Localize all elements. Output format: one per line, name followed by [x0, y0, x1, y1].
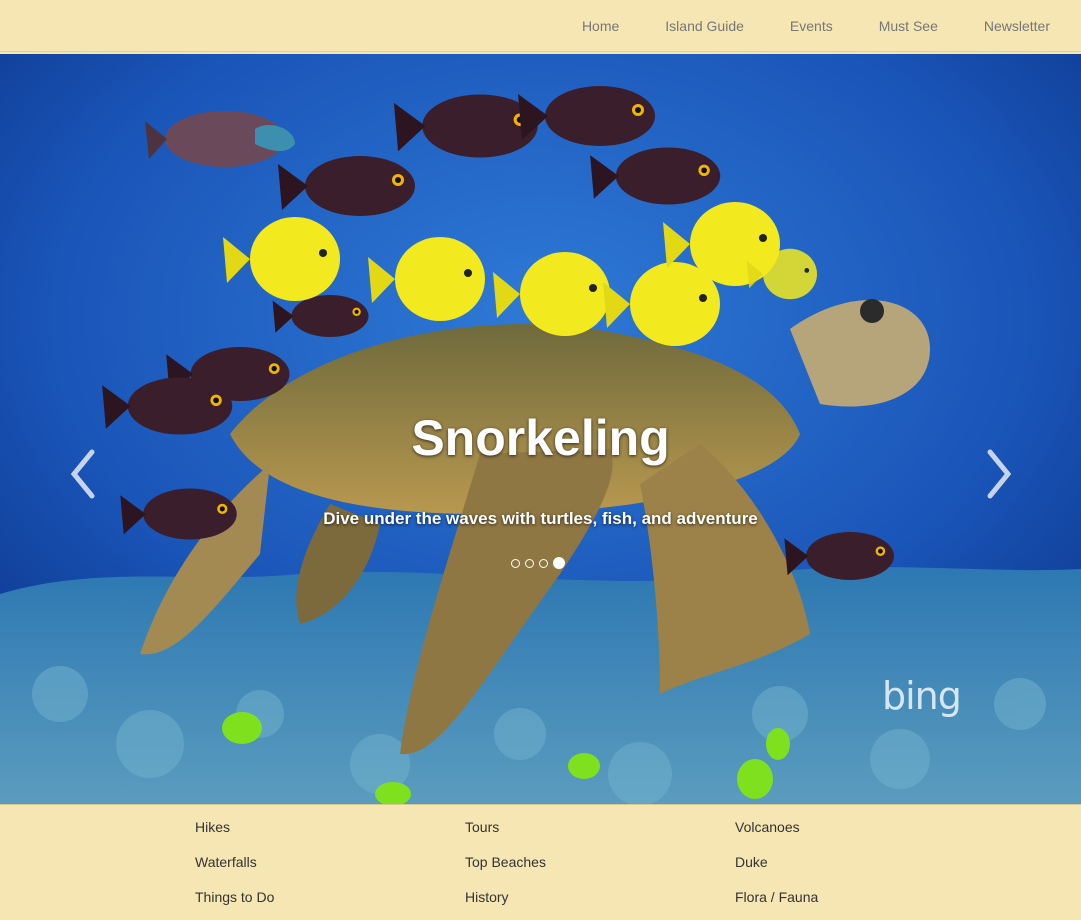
- footer-link-things-to-do[interactable]: Things to Do: [195, 880, 274, 915]
- footer-links: Hikes Waterfalls Things to Do Tours Top …: [0, 804, 1081, 920]
- carousel-indicators: [511, 557, 565, 569]
- chevron-left-icon: [70, 449, 95, 499]
- footer-link-duke[interactable]: Duke: [735, 845, 818, 880]
- footer-link-top-beaches[interactable]: Top Beaches: [465, 845, 546, 880]
- footer-link-waterfalls[interactable]: Waterfalls: [195, 845, 274, 880]
- top-navbar: Home Island Guide Events Must See Newsle…: [0, 0, 1081, 52]
- chevron-right-icon: [987, 449, 1012, 499]
- footer-link-flora-fauna[interactable]: Flora / Fauna: [735, 880, 818, 915]
- carousel-indicator-4[interactable]: [553, 557, 565, 569]
- nav-home-link[interactable]: Home: [567, 0, 650, 52]
- footer-link-tours[interactable]: Tours: [465, 810, 546, 845]
- footer-link-hikes[interactable]: Hikes: [195, 810, 274, 845]
- nav-events-link[interactable]: Events: [775, 0, 864, 52]
- nav-island-guide-link[interactable]: Island Guide: [650, 0, 775, 52]
- footer-column-2: Tours Top Beaches History: [465, 805, 546, 915]
- hero-carousel: bing Snorkeling Dive under the waves wit…: [0, 54, 1081, 804]
- carousel-prev-button[interactable]: [62, 444, 102, 504]
- footer-link-history[interactable]: History: [465, 880, 546, 915]
- footer-column-3: Volcanoes Duke Flora / Fauna: [735, 805, 818, 915]
- carousel-indicator-2[interactable]: [525, 558, 534, 568]
- carousel-indicator-1[interactable]: [511, 558, 520, 568]
- carousel-indicator-3[interactable]: [539, 558, 548, 568]
- carousel-next-button[interactable]: [980, 444, 1020, 504]
- nav-menu: Home Island Guide Events Must See Newsle…: [567, 0, 1081, 52]
- footer-column-1: Hikes Waterfalls Things to Do: [195, 805, 274, 915]
- nav-newsletter-link[interactable]: Newsletter: [969, 0, 1081, 52]
- footer-link-volcanoes[interactable]: Volcanoes: [735, 810, 818, 845]
- slide-title: Snorkeling: [411, 410, 670, 466]
- slide-subtitle: Dive under the waves with turtles, fish,…: [323, 509, 758, 528]
- bing-watermark: bing: [882, 674, 962, 718]
- nav-must-see-link[interactable]: Must See: [864, 0, 969, 52]
